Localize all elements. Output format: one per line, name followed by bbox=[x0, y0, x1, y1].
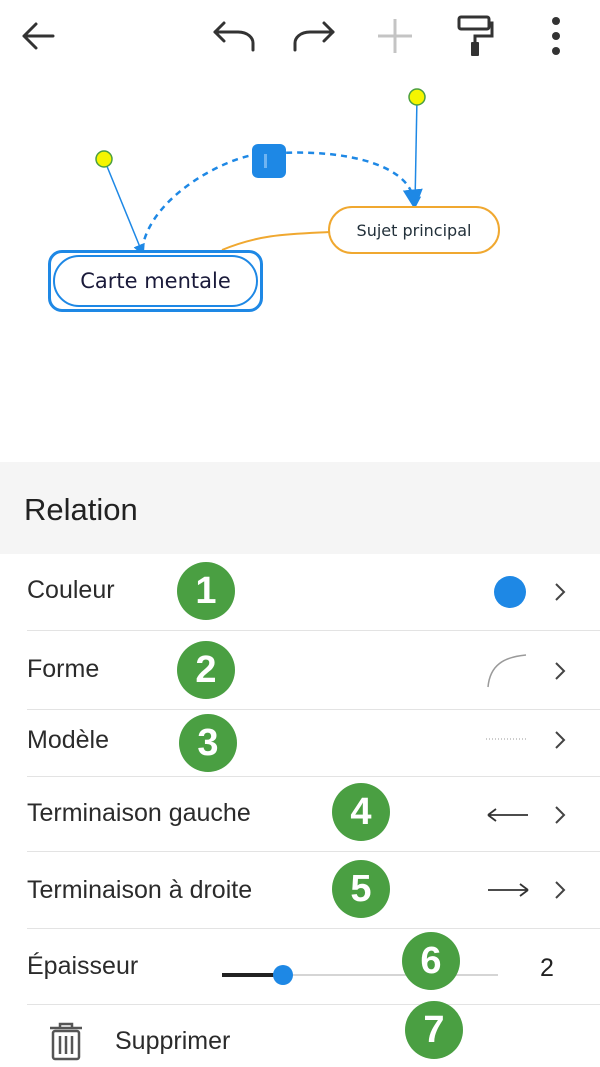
panel-header: Relation bbox=[0, 462, 600, 554]
chevron-right-icon bbox=[555, 583, 566, 601]
thickness-value: 2 bbox=[540, 954, 554, 982]
row-terminaison-gauche-label: Terminaison gauche bbox=[27, 799, 251, 827]
row-terminaison-gauche[interactable]: Terminaison gauche 4 bbox=[0, 777, 600, 851]
back-button[interactable] bbox=[10, 8, 66, 64]
right-control-line bbox=[409, 96, 422, 209]
row-forme-label: Forme bbox=[27, 655, 100, 683]
redo-button[interactable] bbox=[286, 8, 342, 64]
color-swatch bbox=[494, 576, 526, 608]
main-topic-label: Sujet principal bbox=[356, 220, 472, 240]
plus-icon bbox=[378, 19, 412, 53]
toolbar bbox=[0, 0, 600, 72]
callout-badge-3: 3 bbox=[179, 714, 237, 772]
chevron-right-icon bbox=[555, 881, 566, 899]
row-modele-label: Modèle bbox=[27, 726, 109, 754]
main-topic[interactable]: Sujet principal bbox=[328, 206, 500, 254]
panel-title: Relation bbox=[24, 492, 138, 527]
callout-badge-7: 7 bbox=[405, 1001, 463, 1059]
callout-badge-4: 4 bbox=[332, 783, 390, 841]
row-forme[interactable]: Forme 2 bbox=[0, 631, 600, 709]
slider-thumb[interactable] bbox=[272, 965, 293, 985]
right-control-handle bbox=[408, 88, 426, 106]
callout-badge-1: 1 bbox=[177, 562, 235, 620]
arrow-left-icon bbox=[22, 22, 55, 50]
left-control-handle bbox=[95, 150, 113, 168]
left-control-line bbox=[103, 158, 145, 257]
chevron-right-icon bbox=[555, 731, 566, 749]
undo-button[interactable] bbox=[206, 8, 262, 64]
more-vertical-icon bbox=[552, 17, 560, 55]
delete-label: Supprimer bbox=[115, 1027, 231, 1055]
row-terminaison-droite-label: Terminaison à droite bbox=[27, 876, 253, 904]
format-painter-button[interactable] bbox=[447, 8, 503, 64]
central-topic[interactable]: Carte mentale bbox=[48, 250, 263, 312]
arrow-left-end-icon bbox=[487, 808, 528, 822]
mind-map-canvas[interactable]: Carte mentale Sujet principal bbox=[0, 72, 600, 462]
format-painter-icon bbox=[457, 15, 494, 56]
undo-icon bbox=[213, 21, 255, 52]
curve-shape-icon bbox=[487, 654, 527, 688]
callout-badge-2: 2 bbox=[177, 641, 235, 699]
dotted-pattern-icon bbox=[486, 738, 528, 740]
central-topic-label: Carte mentale bbox=[53, 255, 258, 307]
relation-panel: Relation Couleur 1 Forme 2 Modèle 3 Term… bbox=[0, 462, 600, 1067]
divider bbox=[27, 928, 600, 929]
callout-badge-5: 5 bbox=[332, 860, 390, 918]
trash-icon bbox=[50, 1022, 82, 1061]
relationship-label-handle bbox=[252, 144, 286, 178]
callout-badge-6: 6 bbox=[402, 932, 460, 990]
row-couleur[interactable]: Couleur 1 bbox=[0, 554, 600, 630]
delete-row[interactable]: Supprimer 7 bbox=[0, 1001, 600, 1067]
row-epaisseur-label: Épaisseur bbox=[27, 952, 139, 980]
redo-icon bbox=[293, 21, 335, 52]
branch-connector bbox=[221, 231, 331, 251]
add-topic-button[interactable] bbox=[367, 8, 423, 64]
row-modele[interactable]: Modèle 3 bbox=[0, 710, 600, 776]
row-couleur-label: Couleur bbox=[27, 576, 115, 604]
chevron-right-icon bbox=[555, 662, 566, 680]
chevron-right-icon bbox=[555, 806, 566, 824]
arrow-right-end-icon bbox=[488, 883, 529, 897]
more-options-button[interactable] bbox=[528, 8, 584, 64]
row-terminaison-droite[interactable]: Terminaison à droite 5 bbox=[0, 852, 600, 928]
